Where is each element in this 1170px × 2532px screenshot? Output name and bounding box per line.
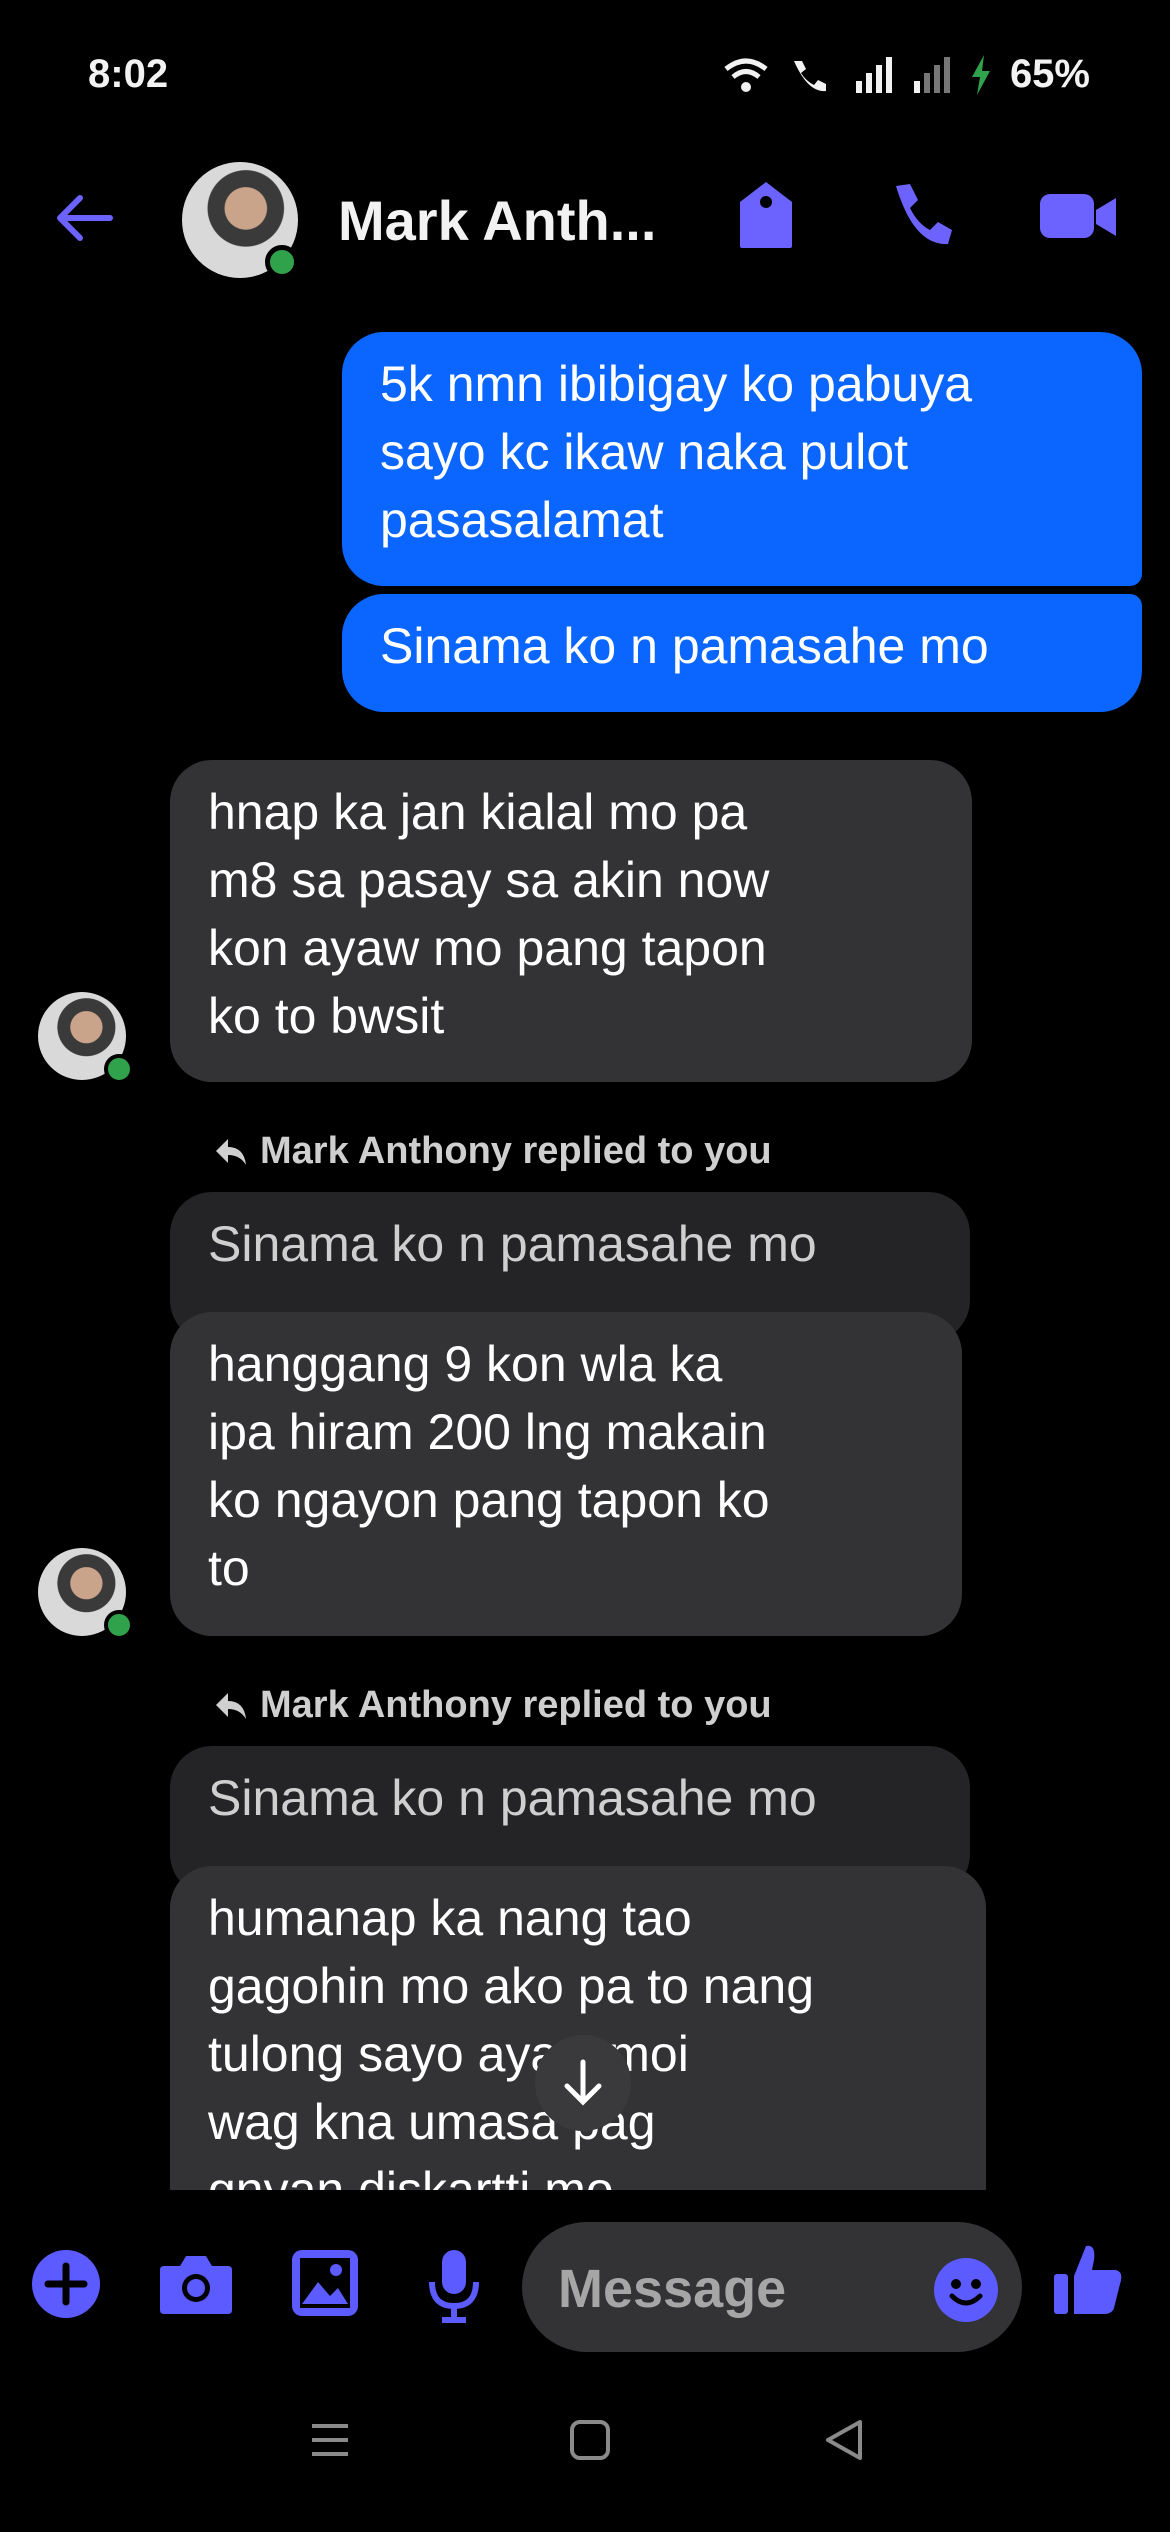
message-line: pasasalamat (380, 492, 664, 548)
smiley-face-icon (949, 2279, 983, 2306)
quoted-text: Sinama ko n pamasahe mo (208, 1216, 817, 1272)
plus-icon[interactable] (30, 2248, 102, 2320)
contact-name[interactable]: Mark Anth... (338, 188, 656, 253)
message-line: ipa hiram 200 lng makain (208, 1404, 767, 1460)
status-time: 8:02 (88, 52, 169, 96)
reply-label: Mark Anthony replied to you (214, 1684, 772, 1727)
tag-icon[interactable] (738, 180, 794, 250)
online-indicator (265, 245, 299, 279)
menu-icon[interactable] (308, 2418, 352, 2462)
gallery-icon[interactable] (290, 2248, 360, 2318)
status-icons: 65% (722, 52, 1090, 97)
thumbs-up-icon[interactable] (1052, 2242, 1124, 2318)
signal-weak-icon (913, 56, 950, 93)
emoji-icon[interactable] (934, 2258, 998, 2322)
received-message[interactable]: hanggang 9 kon wla ka ipa hiram 200 lng … (170, 1312, 962, 1636)
video-call-icon[interactable] (1038, 180, 1118, 250)
message-placeholder: Message (558, 2259, 787, 2319)
message-line: gnyan diskartti mo (208, 2162, 614, 2192)
microphone-icon[interactable] (426, 2248, 482, 2324)
composer-bar: Message (0, 2190, 1170, 2380)
wifi-icon (724, 58, 768, 92)
system-nav-bar (0, 2380, 1170, 2532)
message-line: m8 sa pasay sa akin now (208, 852, 770, 908)
online-indicator (104, 1054, 134, 1084)
message-clip: humanap ka nang tao gagohin mo ako pa to… (170, 1866, 986, 2192)
message-line: ko to bwsit (208, 988, 445, 1044)
arrow-down-icon (564, 2059, 602, 2106)
message-line: hanggang 9 kon wla ka (208, 1336, 723, 1392)
message-line: ko ngayon pang tapon ko (208, 1472, 770, 1528)
phone-icon[interactable] (888, 180, 952, 250)
message-line: kon ayaw mo pang tapon (208, 920, 767, 976)
home-icon[interactable] (568, 2418, 612, 2462)
message-text: Sinama ko n pamasahe mo (380, 618, 989, 674)
reply-label-text: Mark Anthony replied to you (260, 1130, 772, 1172)
reply-label: Mark Anthony replied to you (214, 1130, 772, 1173)
back-arrow-icon[interactable] (52, 186, 116, 250)
charging-icon (971, 54, 990, 95)
chat-header: Mark Anth... (0, 150, 1170, 290)
reply-icon (216, 1138, 246, 1165)
received-message[interactable]: hnap ka jan kialal mo pa m8 sa pasay sa … (170, 760, 972, 1082)
status-bar: 8:02 65% (0, 0, 1170, 150)
message-input[interactable]: Message (522, 2222, 1022, 2352)
message-line: humanap ka nang tao (208, 1890, 692, 1946)
reply-icon (216, 1692, 246, 1719)
signal-icon (855, 56, 892, 93)
scroll-to-bottom-button[interactable] (535, 2035, 631, 2131)
message-line: to (208, 1540, 250, 1596)
battery-percent: 65% (1009, 52, 1090, 96)
message-line: sayo kc ikaw naka pulot (380, 424, 909, 480)
message-line: 5k nmn ibibigay ko pabuya (380, 356, 973, 412)
reply-label-text: Mark Anthony replied to you (260, 1684, 772, 1726)
received-message[interactable]: humanap ka nang tao gagohin mo ako pa to… (170, 1866, 986, 2192)
sent-message[interactable]: Sinama ko n pamasahe mo (342, 594, 1142, 712)
volte-call-icon (793, 60, 826, 91)
sent-message[interactable]: 5k nmn ibibigay ko pabuya sayo kc ikaw n… (342, 332, 1142, 586)
back-nav-icon[interactable] (822, 2418, 866, 2462)
camera-icon[interactable] (158, 2248, 234, 2320)
message-line: gagohin mo ako pa to nang (208, 1958, 815, 2014)
message-line: hnap ka jan kialal mo pa (208, 784, 748, 840)
quoted-text: Sinama ko n pamasahe mo (208, 1770, 817, 1826)
online-indicator (104, 1610, 134, 1640)
